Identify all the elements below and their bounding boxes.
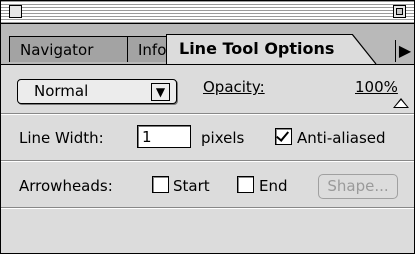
opacity-slider-thumb-icon[interactable]: [393, 98, 409, 108]
tab-info-label: Info: [138, 41, 167, 59]
arrowhead-end-checkbox[interactable]: [237, 176, 254, 193]
divider: [1, 160, 414, 162]
anti-aliased-checkbox[interactable]: [275, 128, 292, 145]
blend-mode-select[interactable]: Normal ▼: [17, 79, 177, 104]
chevron-down-icon: ▼: [151, 83, 170, 101]
blend-mode-value: Normal: [34, 82, 89, 100]
close-box[interactable]: [9, 5, 22, 18]
palette-title-bar[interactable]: [1, 1, 414, 24]
line-tool-options-palette: Navigator Info Line Tool Options ▶ Norma…: [0, 0, 415, 254]
opacity-label: Opacity:: [203, 78, 265, 96]
arrowhead-start-checkbox[interactable]: [152, 176, 169, 193]
divider: [1, 113, 414, 115]
palette-menu-arrow-icon[interactable]: ▶: [395, 40, 414, 62]
opacity-value[interactable]: 100%: [355, 78, 398, 96]
tab-line-tool-options-label: Line Tool Options: [179, 39, 335, 58]
tab-navigator-label: Navigator: [20, 41, 94, 59]
opacity-slider[interactable]: [203, 98, 409, 108]
shape-button[interactable]: Shape...: [318, 174, 398, 199]
line-width-units: pixels: [201, 129, 245, 147]
anti-aliased-label[interactable]: Anti-aliased: [297, 129, 386, 147]
tab-strip: Navigator Info Line Tool Options ▶: [1, 24, 414, 65]
tab-navigator[interactable]: Navigator: [9, 36, 129, 62]
line-width-field[interactable]: 1: [137, 125, 191, 148]
arrowhead-end-label[interactable]: End: [259, 177, 288, 195]
arrowhead-start-label[interactable]: Start: [173, 177, 210, 195]
line-width-label: Line Width:: [19, 129, 104, 147]
tab-edge: [352, 34, 377, 64]
tab-line-tool-options[interactable]: Line Tool Options: [166, 34, 376, 64]
divider: [1, 207, 414, 209]
arrowheads-label: Arrowheads:: [19, 177, 113, 195]
zoom-box[interactable]: [393, 5, 406, 18]
